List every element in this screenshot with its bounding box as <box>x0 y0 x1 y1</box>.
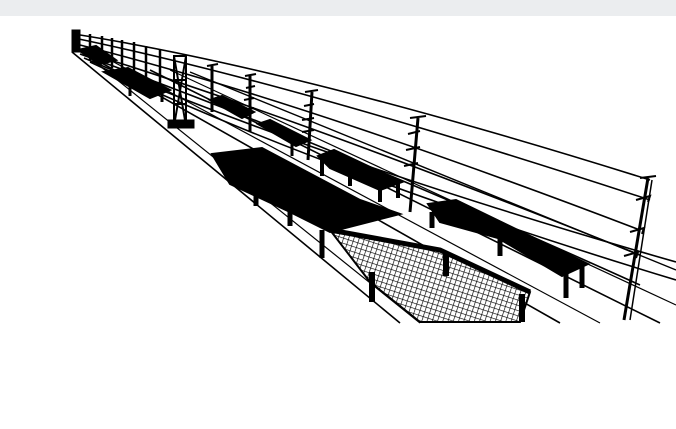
viewer-top-bar <box>0 0 676 16</box>
platform-structures <box>75 44 591 323</box>
rail-model-canvas[interactable] <box>0 16 676 429</box>
gantry-tower <box>167 55 195 129</box>
3d-viewport[interactable] <box>0 16 676 429</box>
pole <box>301 89 319 161</box>
